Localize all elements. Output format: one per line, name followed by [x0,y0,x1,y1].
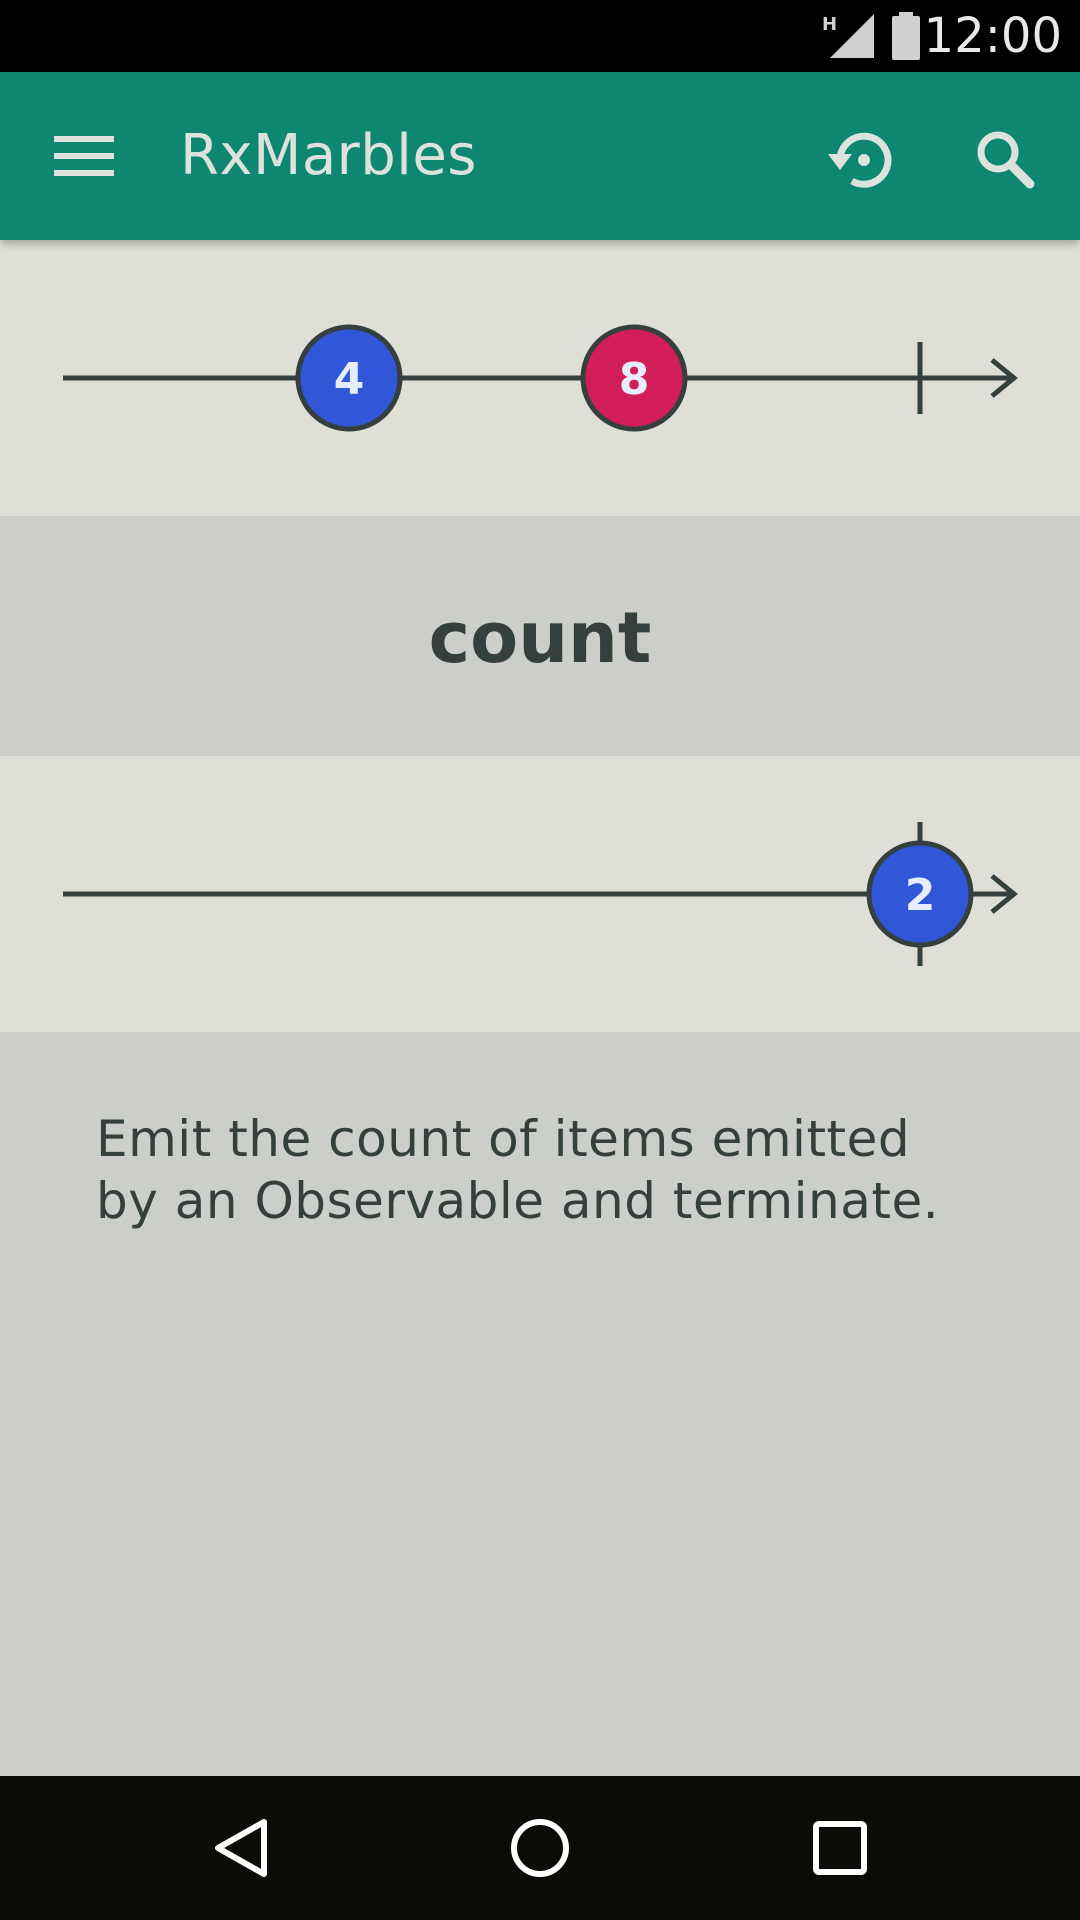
search-icon[interactable] [970,124,1042,196]
marble-8[interactable]: 8 [580,324,688,432]
marble-label: 4 [334,354,365,405]
operator-description: Emit the count of items emitted by an Ob… [96,1110,940,1230]
operator-panel: count [0,516,1080,756]
back-icon[interactable] [210,1816,274,1880]
operator-name: count [428,597,652,679]
input-timeline-diagram: 4 8 [63,324,1018,432]
clock: 12:00 [923,8,1062,64]
home-icon[interactable] [508,1816,572,1880]
marble-label: 8 [619,354,650,405]
recents-icon[interactable] [808,1816,872,1880]
navigation-bar [0,1776,1080,1920]
app-title: RxMarbles [180,123,477,188]
marble-label: 2 [905,870,936,921]
input-timeline: 4 8 [0,240,1080,516]
output-timeline-diagram: 2 [63,822,1018,966]
network-type-label: H [822,14,837,35]
signal-icon: H [822,14,874,58]
menu-icon[interactable] [48,126,120,186]
battery-icon [892,12,920,60]
app-bar: RxMarbles [0,72,1080,240]
output-timeline: 2 [0,756,1080,1032]
status-bar: H 12:00 [0,0,1080,72]
reset-icon[interactable] [826,124,898,196]
marble-4[interactable]: 4 [295,324,403,432]
marble-2: 2 [866,840,974,948]
